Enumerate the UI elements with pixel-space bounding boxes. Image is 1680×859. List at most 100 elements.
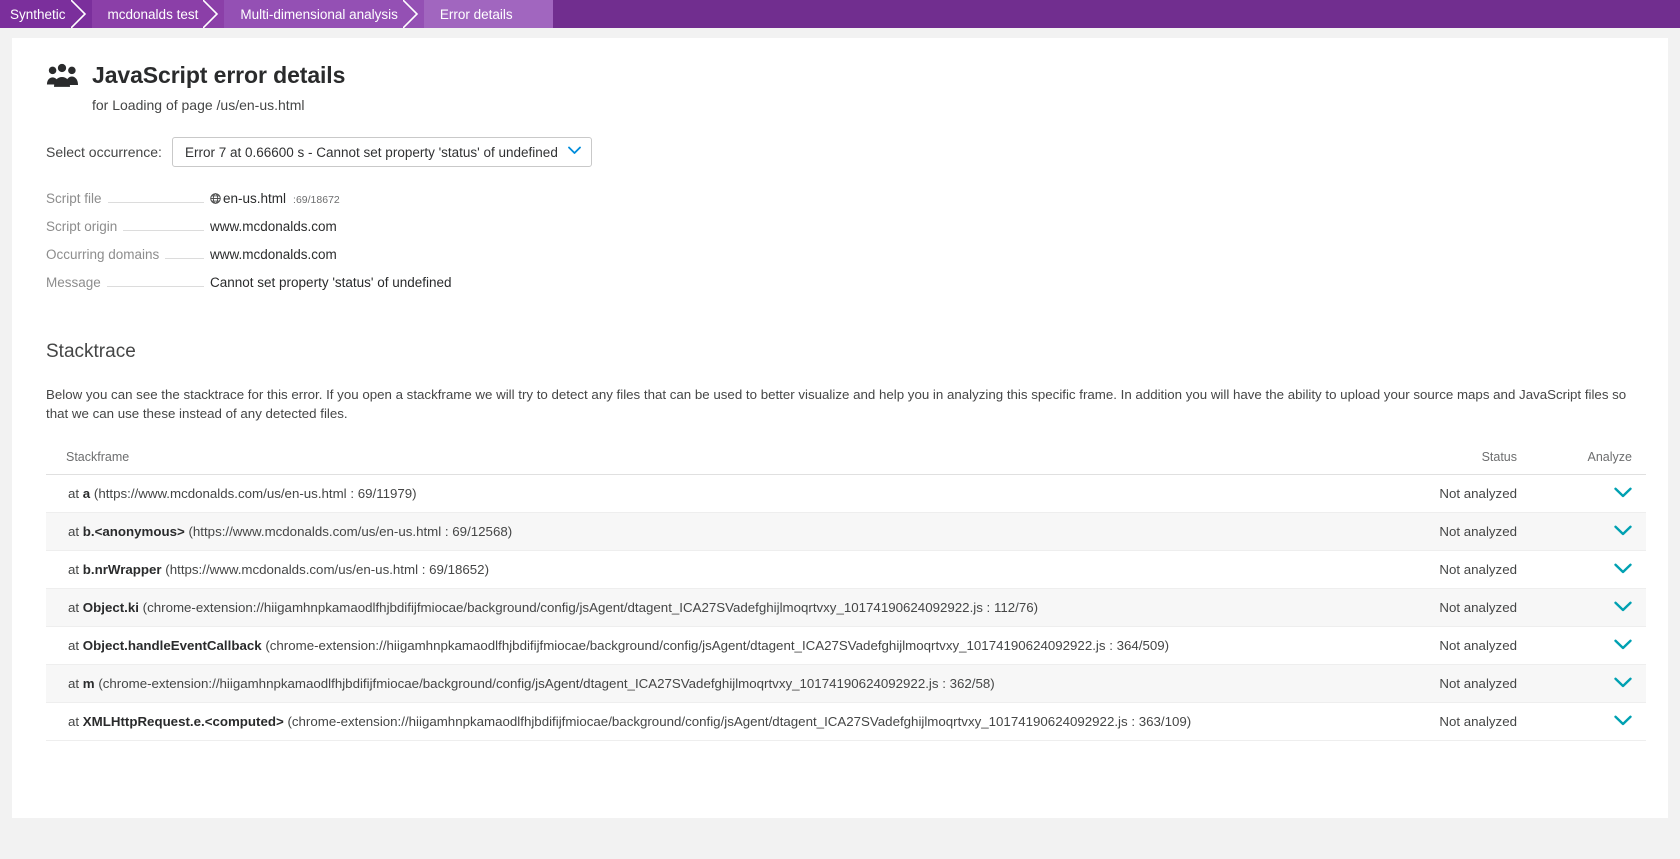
analyze-cell [1527, 626, 1646, 665]
property-leader-line [165, 258, 204, 259]
status-cell: Not analyzed [1367, 550, 1527, 589]
stacktrace-section-title: Stacktrace [46, 341, 136, 362]
analyze-cell [1527, 664, 1646, 703]
breadcrumb-separator-icon [402, 0, 425, 28]
stackframe-table: Stackframe Status Analyze at a (https://… [46, 449, 1646, 741]
property-value: www.mcdonalds.com [210, 219, 606, 234]
breadcrumb-label: Synthetic [10, 6, 66, 22]
property-value-text: Cannot set property 'status' of undefine… [210, 275, 452, 290]
error-details-card: JavaScript error details for Loading of … [12, 38, 1668, 818]
breadcrumb-separator-icon [70, 0, 93, 28]
breadcrumb-label: Multi-dimensional analysis [240, 6, 398, 22]
occurrence-select[interactable]: Error 7 at 0.66600 s - Cannot set proper… [171, 137, 592, 167]
property-value: Cannot set property 'status' of undefine… [210, 275, 606, 290]
analyze-cell [1527, 702, 1646, 741]
stackframe-table-head: Stackframe Status Analyze [46, 449, 1646, 475]
chevron-down-icon[interactable] [1614, 715, 1632, 726]
table-row[interactable]: at m (chrome-extension://hiigamhnpkamaod… [46, 664, 1646, 703]
frame-location: (chrome-extension://hiigamhnpkamaodlfhjb… [138, 599, 1039, 615]
people-icon [46, 63, 78, 89]
analyze-cell [1527, 474, 1646, 513]
frame-prefix: at [68, 523, 83, 539]
chevron-down-icon[interactable] [1614, 601, 1632, 612]
table-row[interactable]: at Object.ki (chrome-extension://hiigamh… [46, 588, 1646, 627]
property-label: Occurring domains [46, 247, 160, 262]
globe-icon [210, 192, 221, 204]
frame-location: (https://www.mcdonalds.com/us/en-us.html… [161, 561, 490, 577]
stackframe-cell: at Object.handleEventCallback (chrome-ex… [46, 626, 1367, 665]
chevron-down-icon [568, 146, 581, 158]
frame-prefix: at [68, 675, 83, 691]
table-row[interactable]: at Object.handleEventCallback (chrome-ex… [46, 626, 1646, 665]
breadcrumb-separator-icon [203, 0, 225, 28]
stackframe-cell: at b.nrWrapper (https://www.mcdonalds.co… [46, 550, 1367, 589]
occurrence-label: Select occurrence: [46, 144, 162, 160]
frame-location: (chrome-extension://hiigamhnpkamaodlfhjb… [261, 637, 1170, 653]
error-properties: Script file en-us.html :69/18672 Script … [46, 191, 606, 303]
frame-prefix: at [68, 637, 83, 653]
analyze-cell [1527, 550, 1646, 589]
property-line-ref: :69/18672 [293, 194, 340, 206]
property-value: www.mcdonalds.com [210, 247, 606, 262]
breadcrumb-item-multi-dimensional-analysis[interactable]: Multi-dimensional analysis [224, 0, 424, 28]
frame-function: b.<anonymous> [82, 523, 185, 539]
occurrence-selector-row: Select occurrence: Error 7 at 0.66600 s … [46, 137, 1634, 167]
column-header-analyze: Analyze [1527, 449, 1646, 475]
table-header-row: Stackframe Status Analyze [46, 449, 1646, 475]
breadcrumb-label: Error details [439, 6, 513, 22]
property-value-text: www.mcdonalds.com [210, 247, 337, 262]
frame-function: b.nrWrapper [82, 561, 162, 577]
status-cell: Not analyzed [1367, 664, 1527, 703]
property-row-message: Message Cannot set property 'status' of … [46, 275, 606, 303]
page-subtitle: for Loading of page /us/en-us.html [92, 97, 305, 113]
page-background: JavaScript error details for Loading of … [0, 28, 1680, 859]
status-cell: Not analyzed [1367, 588, 1527, 627]
occurrence-selected-value: Error 7 at 0.66600 s - Cannot set proper… [184, 144, 558, 160]
property-label: Script origin [46, 219, 118, 234]
property-row-script-file: Script file en-us.html :69/18672 [46, 191, 606, 219]
analyze-cell [1527, 512, 1646, 551]
property-leader-line [107, 202, 204, 203]
property-value: en-us.html :69/18672 [210, 191, 606, 206]
frame-prefix: at [68, 599, 83, 615]
frame-function: m [82, 675, 95, 691]
status-cell: Not analyzed [1367, 512, 1527, 551]
frame-function: Object.handleEventCallback [82, 637, 262, 653]
status-cell: Not analyzed [1367, 474, 1527, 513]
chevron-down-icon[interactable] [1614, 639, 1632, 650]
status-cell: Not analyzed [1367, 702, 1527, 741]
chevron-down-icon[interactable] [1614, 487, 1632, 498]
property-row-script-origin: Script origin www.mcdonalds.com [46, 219, 606, 247]
frame-prefix: at [68, 485, 83, 501]
table-row[interactable]: at b.<anonymous> (https://www.mcdonalds.… [46, 512, 1646, 551]
status-cell: Not analyzed [1367, 626, 1527, 665]
frame-location: (https://www.mcdonalds.com/us/en-us.html… [184, 523, 513, 539]
breadcrumb-item-synthetic[interactable]: Synthetic [0, 0, 92, 28]
stackframe-cell: at b.<anonymous> (https://www.mcdonalds.… [46, 512, 1367, 551]
chevron-down-icon[interactable] [1614, 525, 1632, 536]
property-leader-line [123, 230, 204, 231]
chevron-down-icon[interactable] [1614, 677, 1632, 688]
frame-location: (chrome-extension://hiigamhnpkamaodlfhjb… [283, 713, 1192, 729]
analyze-cell [1527, 588, 1646, 627]
table-row[interactable]: at XMLHttpRequest.e.<computed> (chrome-e… [46, 702, 1646, 741]
property-label: Script file [46, 191, 102, 206]
frame-prefix: at [68, 713, 83, 729]
stackframe-cell: at XMLHttpRequest.e.<computed> (chrome-e… [46, 702, 1367, 741]
stackframe-cell: at m (chrome-extension://hiigamhnpkamaod… [46, 664, 1367, 703]
frame-location: (https://www.mcdonalds.com/us/en-us.html… [90, 485, 417, 501]
table-row[interactable]: at a (https://www.mcdonalds.com/us/en-us… [46, 474, 1646, 513]
column-header-status: Status [1367, 449, 1527, 475]
property-label: Message [46, 275, 101, 290]
breadcrumb-label: mcdonalds test [107, 6, 199, 22]
stackframe-cell: at Object.ki (chrome-extension://hiigamh… [46, 588, 1367, 627]
page-header: JavaScript error details [46, 62, 1634, 89]
chevron-down-icon[interactable] [1614, 563, 1632, 574]
property-value-text: en-us.html [223, 191, 287, 206]
page-title: JavaScript error details [92, 62, 346, 88]
breadcrumb-item-mcdonalds-test[interactable]: mcdonalds test [91, 0, 225, 28]
stacktrace-description: Below you can see the stacktrace for thi… [46, 387, 1627, 422]
property-row-occurring-domains: Occurring domains www.mcdonalds.com [46, 247, 606, 275]
frame-location: (chrome-extension://hiigamhnpkamaodlfhjb… [94, 675, 995, 691]
table-row[interactable]: at b.nrWrapper (https://www.mcdonalds.co… [46, 550, 1646, 589]
